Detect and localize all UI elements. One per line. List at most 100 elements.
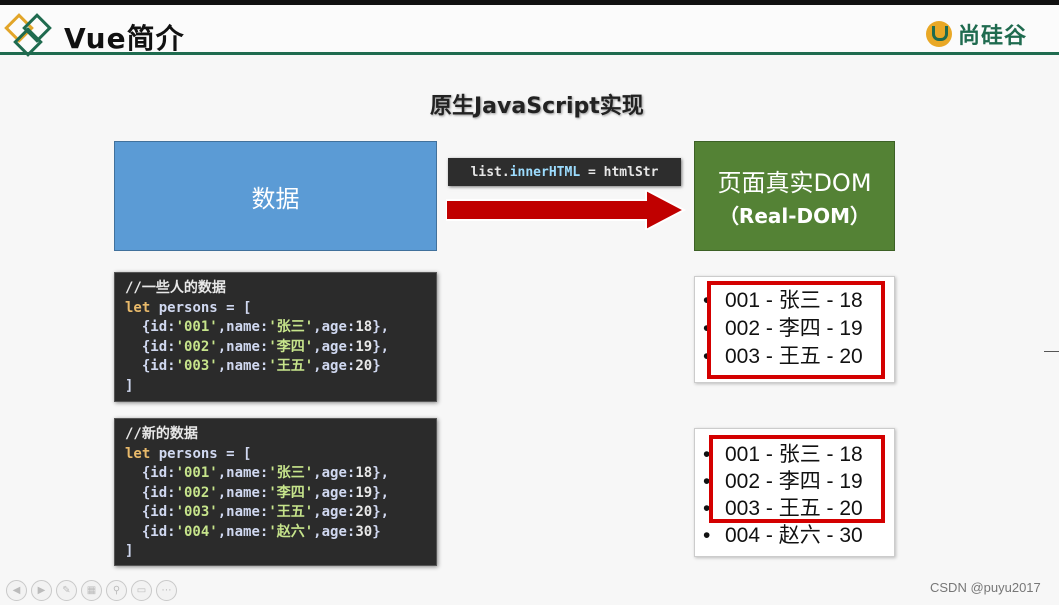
dom-list-initial: • 001 - 张三 - 18 • 002 - 李四 - 19 • 003 - 王五 - … [694, 276, 895, 383]
slide-title: Vue简介 [64, 22, 185, 55]
value-id: '003' [175, 504, 218, 520]
key-id: {id: [125, 319, 176, 335]
slide-header: Vue简介 尚硅谷 [0, 5, 1059, 57]
screen-icon[interactable]: ▭ [131, 580, 152, 601]
code-close: ] [125, 377, 426, 397]
pen-icon[interactable]: ✎ [56, 580, 77, 601]
code-row: {id:'001',name:'张三',age:18}, [125, 318, 426, 338]
key-name: ,name: [217, 465, 269, 481]
brand-logo: 尚硅谷 [926, 19, 1027, 49]
value-id: '002' [175, 338, 218, 355]
declaration-rest: persons = [ [150, 445, 252, 462]
declaration-rest: persons = [ [150, 299, 252, 316]
code-row: {id:'002',name:'李四',age:19}, [125, 338, 426, 358]
key-id: {id: [125, 338, 176, 355]
value-id: '002' [175, 484, 218, 501]
key-name: ,name: [217, 504, 269, 520]
code-close: ] [125, 542, 426, 562]
real-dom-title: 页面真实DOM [717, 169, 872, 197]
row-close: }, [372, 504, 390, 520]
close-bracket: ] [125, 377, 134, 394]
brand-u-icon [926, 21, 952, 47]
code-row: {id:'001',name:'张三',age:18}, [125, 464, 426, 484]
key-name: ,name: [217, 484, 269, 501]
value-age: 30 [355, 523, 373, 540]
next-icon[interactable]: ▶ [31, 580, 52, 601]
value-name: '王五' [268, 358, 314, 374]
key-age: ,age: [313, 465, 356, 481]
value-name: '李四' [268, 484, 314, 501]
watermark: CSDN @puyu2017 [930, 580, 1041, 595]
code-rest: = htmlStr [580, 164, 659, 180]
key-age: ,age: [313, 523, 356, 540]
list-item-text: 004 - 赵六 - 30 [725, 524, 863, 547]
value-name: '李四' [268, 338, 314, 355]
code-block-new: //新的数据 let persons = [ {id:'001',name:'张三… [114, 418, 437, 566]
row-close: }, [372, 484, 390, 501]
row-close: } [372, 523, 381, 540]
key-age: ,age: [313, 484, 356, 501]
dom-list-new: • 001 - 张三 - 18 • 002 - 李四 - 19 • 003 - 王五 - … [694, 428, 895, 557]
real-dom-box: 页面真实DOM （Real-DOM） [694, 141, 895, 251]
value-age: 19 [355, 338, 373, 355]
brand-name: 尚硅谷 [958, 24, 1028, 49]
real-dom-subtitle: （Real-DOM） [718, 204, 871, 228]
comment-text: //新的数据 [125, 426, 198, 442]
row-close: }, [372, 338, 390, 355]
row-close: }, [372, 465, 390, 481]
value-id: '004' [175, 523, 218, 540]
right-arrow-icon [446, 190, 686, 230]
code-declaration: let persons = [ [125, 299, 426, 319]
value-age: 20 [355, 504, 373, 520]
data-box-label: 数据 [251, 184, 300, 213]
value-id: '003' [175, 358, 218, 374]
code-row: {id:'003',name:'王五',age:20} [125, 357, 426, 377]
key-id: {id: [125, 504, 176, 520]
code-row: {id:'004',name:'赵六',age:30} [125, 523, 426, 543]
reused-items-highlight [709, 435, 885, 523]
bullet: • [703, 524, 711, 547]
data-box: 数据 [114, 141, 437, 251]
comment-text: //一些人的数据 [125, 280, 226, 296]
key-id: {id: [125, 484, 176, 501]
prev-icon[interactable]: ◀ [6, 580, 27, 601]
code-row: {id:'002',name:'李四',age:19}, [125, 484, 426, 504]
key-name: ,name: [217, 338, 269, 355]
value-name: '赵六' [268, 523, 314, 540]
key-age: ,age: [313, 358, 356, 374]
code-prop: innerHTML [509, 164, 581, 180]
key-id: {id: [125, 465, 176, 481]
key-name: ,name: [217, 523, 269, 540]
keyword: let [125, 299, 151, 316]
code-comment: //新的数据 [125, 425, 426, 445]
code-obj: list [470, 164, 502, 180]
value-name: '张三' [268, 465, 314, 481]
value-name: '王五' [268, 504, 314, 520]
more-icon[interactable]: ⋯ [156, 580, 177, 601]
key-name: ,name: [217, 319, 269, 335]
value-id: '001' [175, 319, 218, 335]
close-bracket: ] [125, 543, 134, 559]
value-age: 19 [355, 484, 373, 501]
key-age: ,age: [313, 319, 356, 335]
code-comment: //一些人的数据 [125, 279, 426, 299]
grid-icon[interactable]: ▦ [81, 580, 102, 601]
player-controls: ◀ ▶ ✎ ▦ ⚲ ▭ ⋯ [6, 580, 177, 601]
code-row: {id:'003',name:'王五',age:20}, [125, 503, 426, 523]
code-block-initial: //一些人的数据 let persons = [ {id:'001',name:'… [114, 272, 437, 402]
keyword: let [125, 445, 151, 462]
value-id: '001' [175, 465, 218, 481]
key-name: ,name: [217, 358, 269, 374]
row-close: }, [372, 319, 390, 335]
row-close: } [372, 358, 381, 374]
key-id: {id: [125, 358, 176, 374]
section-title: 原生JavaScript实现 [430, 94, 644, 119]
key-age: ,age: [313, 504, 356, 520]
reused-items-highlight [707, 281, 885, 379]
value-age: 18 [355, 465, 373, 481]
header-divider [0, 52, 1059, 55]
zoom-icon[interactable]: ⚲ [106, 580, 127, 601]
list-item: • 004 - 赵六 - 30 [703, 522, 863, 549]
value-age: 20 [355, 358, 373, 374]
code-declaration: let persons = [ [125, 445, 426, 465]
